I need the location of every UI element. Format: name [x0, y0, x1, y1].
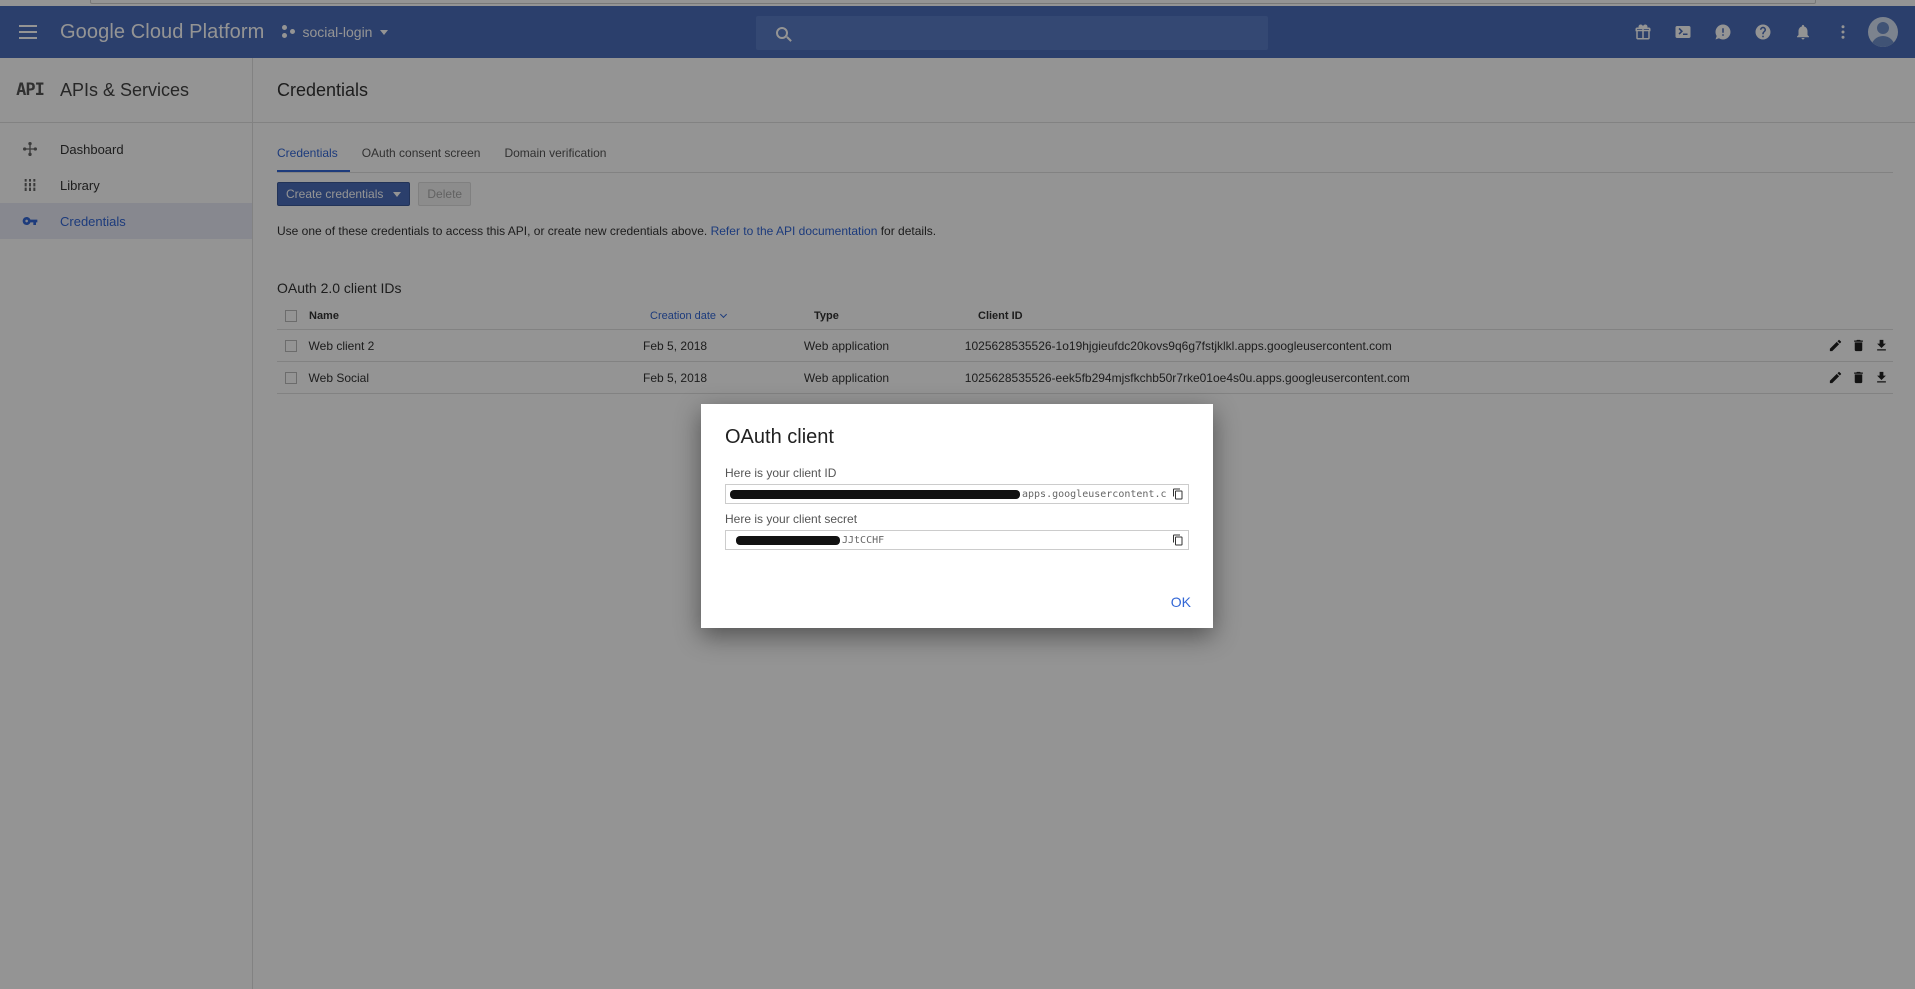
client-secret-label: Here is your client secret — [725, 512, 858, 526]
copy-icon[interactable] — [1168, 485, 1188, 503]
ok-button[interactable]: OK — [1171, 594, 1191, 610]
client-id-value: apps.googleusercontent.c — [1022, 488, 1167, 500]
dialog-title: OAuth client — [725, 426, 834, 448]
oauth-client-dialog: OAuth client Here is your client ID apps… — [701, 404, 1213, 628]
copy-icon[interactable] — [1168, 531, 1188, 549]
redacted-mark — [730, 489, 1020, 499]
client-secret-field[interactable]: JJtCCHF — [725, 530, 1189, 550]
client-id-field[interactable]: apps.googleusercontent.c — [725, 484, 1189, 504]
redacted-mark — [736, 535, 840, 545]
client-secret-value: JJtCCHF — [842, 534, 885, 546]
client-id-label: Here is your client ID — [725, 466, 837, 480]
